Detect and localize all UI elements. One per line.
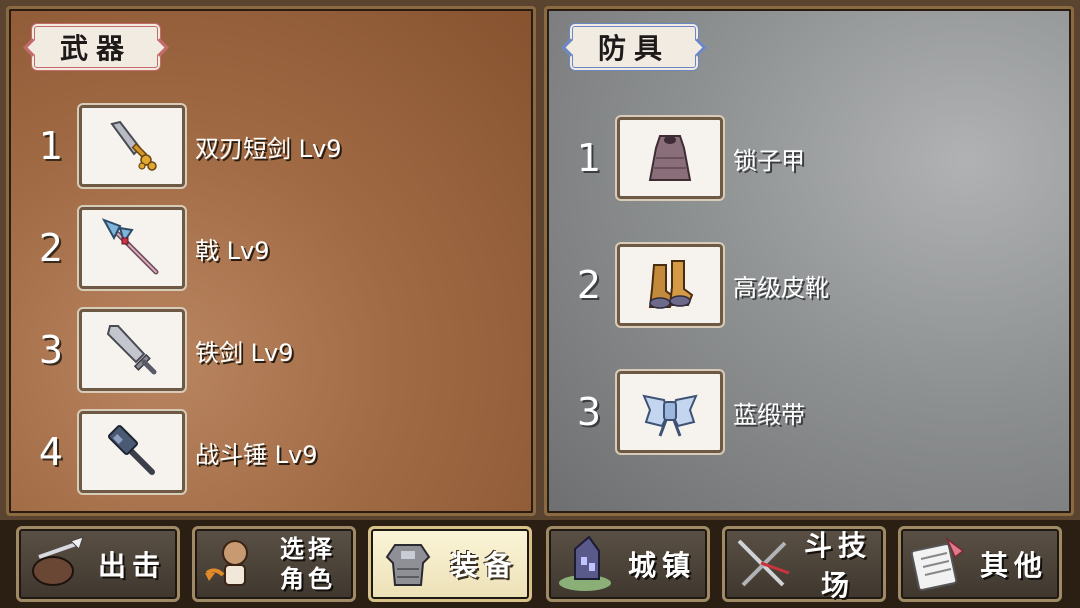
halberd-icon	[101, 218, 159, 275]
iron-sword-icon	[106, 325, 157, 375]
tab-label: 城镇	[627, 549, 696, 582]
game-screen: 武器 1 双刃短剑 Lv9 2 戟 Lv9 3 铁剑 Lv9 4 战斗锤 Lv9…	[0, 0, 1080, 608]
weapon-slot-1-box[interactable]	[79, 105, 185, 187]
war-hammer-icon	[107, 424, 155, 475]
chainmail-icon	[648, 135, 692, 181]
tab-sortie[interactable]: 出击	[16, 526, 180, 602]
leather-boots-icon	[648, 260, 694, 309]
armor-slot-1[interactable]: 1 锁子甲	[561, 117, 805, 199]
tab-label: 其他	[979, 549, 1048, 582]
misc-icon	[910, 536, 965, 591]
tab-character-select[interactable]: 选择 角色	[192, 526, 356, 602]
tab-equipment[interactable]: 装备	[368, 526, 532, 602]
sortie-icon	[32, 536, 84, 586]
slot-number: 2	[576, 263, 602, 307]
tab-label: 装备	[449, 549, 518, 582]
character-select-icon	[205, 540, 248, 586]
weapon-slot-2-box[interactable]	[79, 207, 185, 289]
slot-number: 3	[38, 328, 64, 372]
weapon-slot-3[interactable]: 3 铁剑 Lv9	[23, 309, 293, 391]
armor-name: 锁子甲	[733, 146, 805, 175]
armor-slot-1-box[interactable]	[617, 117, 723, 199]
weapon-name: 铁剑 Lv9	[195, 338, 294, 367]
armor-title: 防具	[569, 23, 699, 71]
weapon-slot-2[interactable]: 2 戟 Lv9	[23, 207, 269, 289]
armor-panel: 防具 1 锁子甲 2 高级皮靴 3 蓝缎带	[544, 6, 1074, 516]
weapon-slot-4[interactable]: 4 战斗锤 Lv9	[23, 411, 317, 493]
armor-slot-3[interactable]: 3 蓝缎带	[561, 371, 805, 453]
slot-number: 4	[38, 430, 64, 474]
tab-label-line2: 角色	[280, 565, 336, 593]
tab-label: 选择 角色	[263, 534, 353, 594]
tab-label: 斗技场	[803, 529, 872, 602]
tab-label: 出击	[97, 549, 166, 582]
tab-arena[interactable]: 斗技场	[722, 526, 886, 602]
slot-number: 1	[38, 124, 64, 168]
weapons-panel: 武器 1 双刃短剑 Lv9 2 戟 Lv9 3 铁剑 Lv9 4 战斗锤 Lv9	[6, 6, 536, 516]
blue-ribbon-icon	[642, 394, 698, 437]
weapons-title: 武器	[31, 23, 161, 71]
weapon-name: 戟 Lv9	[195, 236, 270, 265]
armor-name: 蓝缎带	[733, 400, 805, 429]
equipment-icon	[385, 544, 431, 586]
arena-icon	[737, 539, 790, 587]
town-icon	[559, 535, 611, 591]
dagger-icon	[110, 120, 157, 171]
armor-slot-3-box[interactable]	[617, 371, 723, 453]
tab-town[interactable]: 城镇	[546, 526, 710, 602]
bottom-nav: 出击 选择 角色 装备 城镇 斗技场 其他	[0, 520, 1080, 608]
weapon-slot-3-box[interactable]	[79, 309, 185, 391]
tab-label-line1: 选择	[280, 535, 336, 563]
tab-misc[interactable]: 其他	[898, 526, 1062, 602]
weapon-name: 战斗锤 Lv9	[195, 440, 318, 469]
armor-slot-2[interactable]: 2 高级皮靴	[561, 244, 829, 326]
slot-number: 1	[576, 136, 602, 180]
armor-name: 高级皮靴	[733, 273, 829, 302]
weapon-name: 双刃短剑 Lv9	[195, 134, 342, 163]
armor-slot-2-box[interactable]	[617, 244, 723, 326]
weapon-slot-4-box[interactable]	[79, 411, 185, 493]
slot-number: 3	[576, 390, 602, 434]
weapon-slot-1[interactable]: 1 双刃短剑 Lv9	[23, 105, 341, 187]
slot-number: 2	[38, 226, 64, 270]
